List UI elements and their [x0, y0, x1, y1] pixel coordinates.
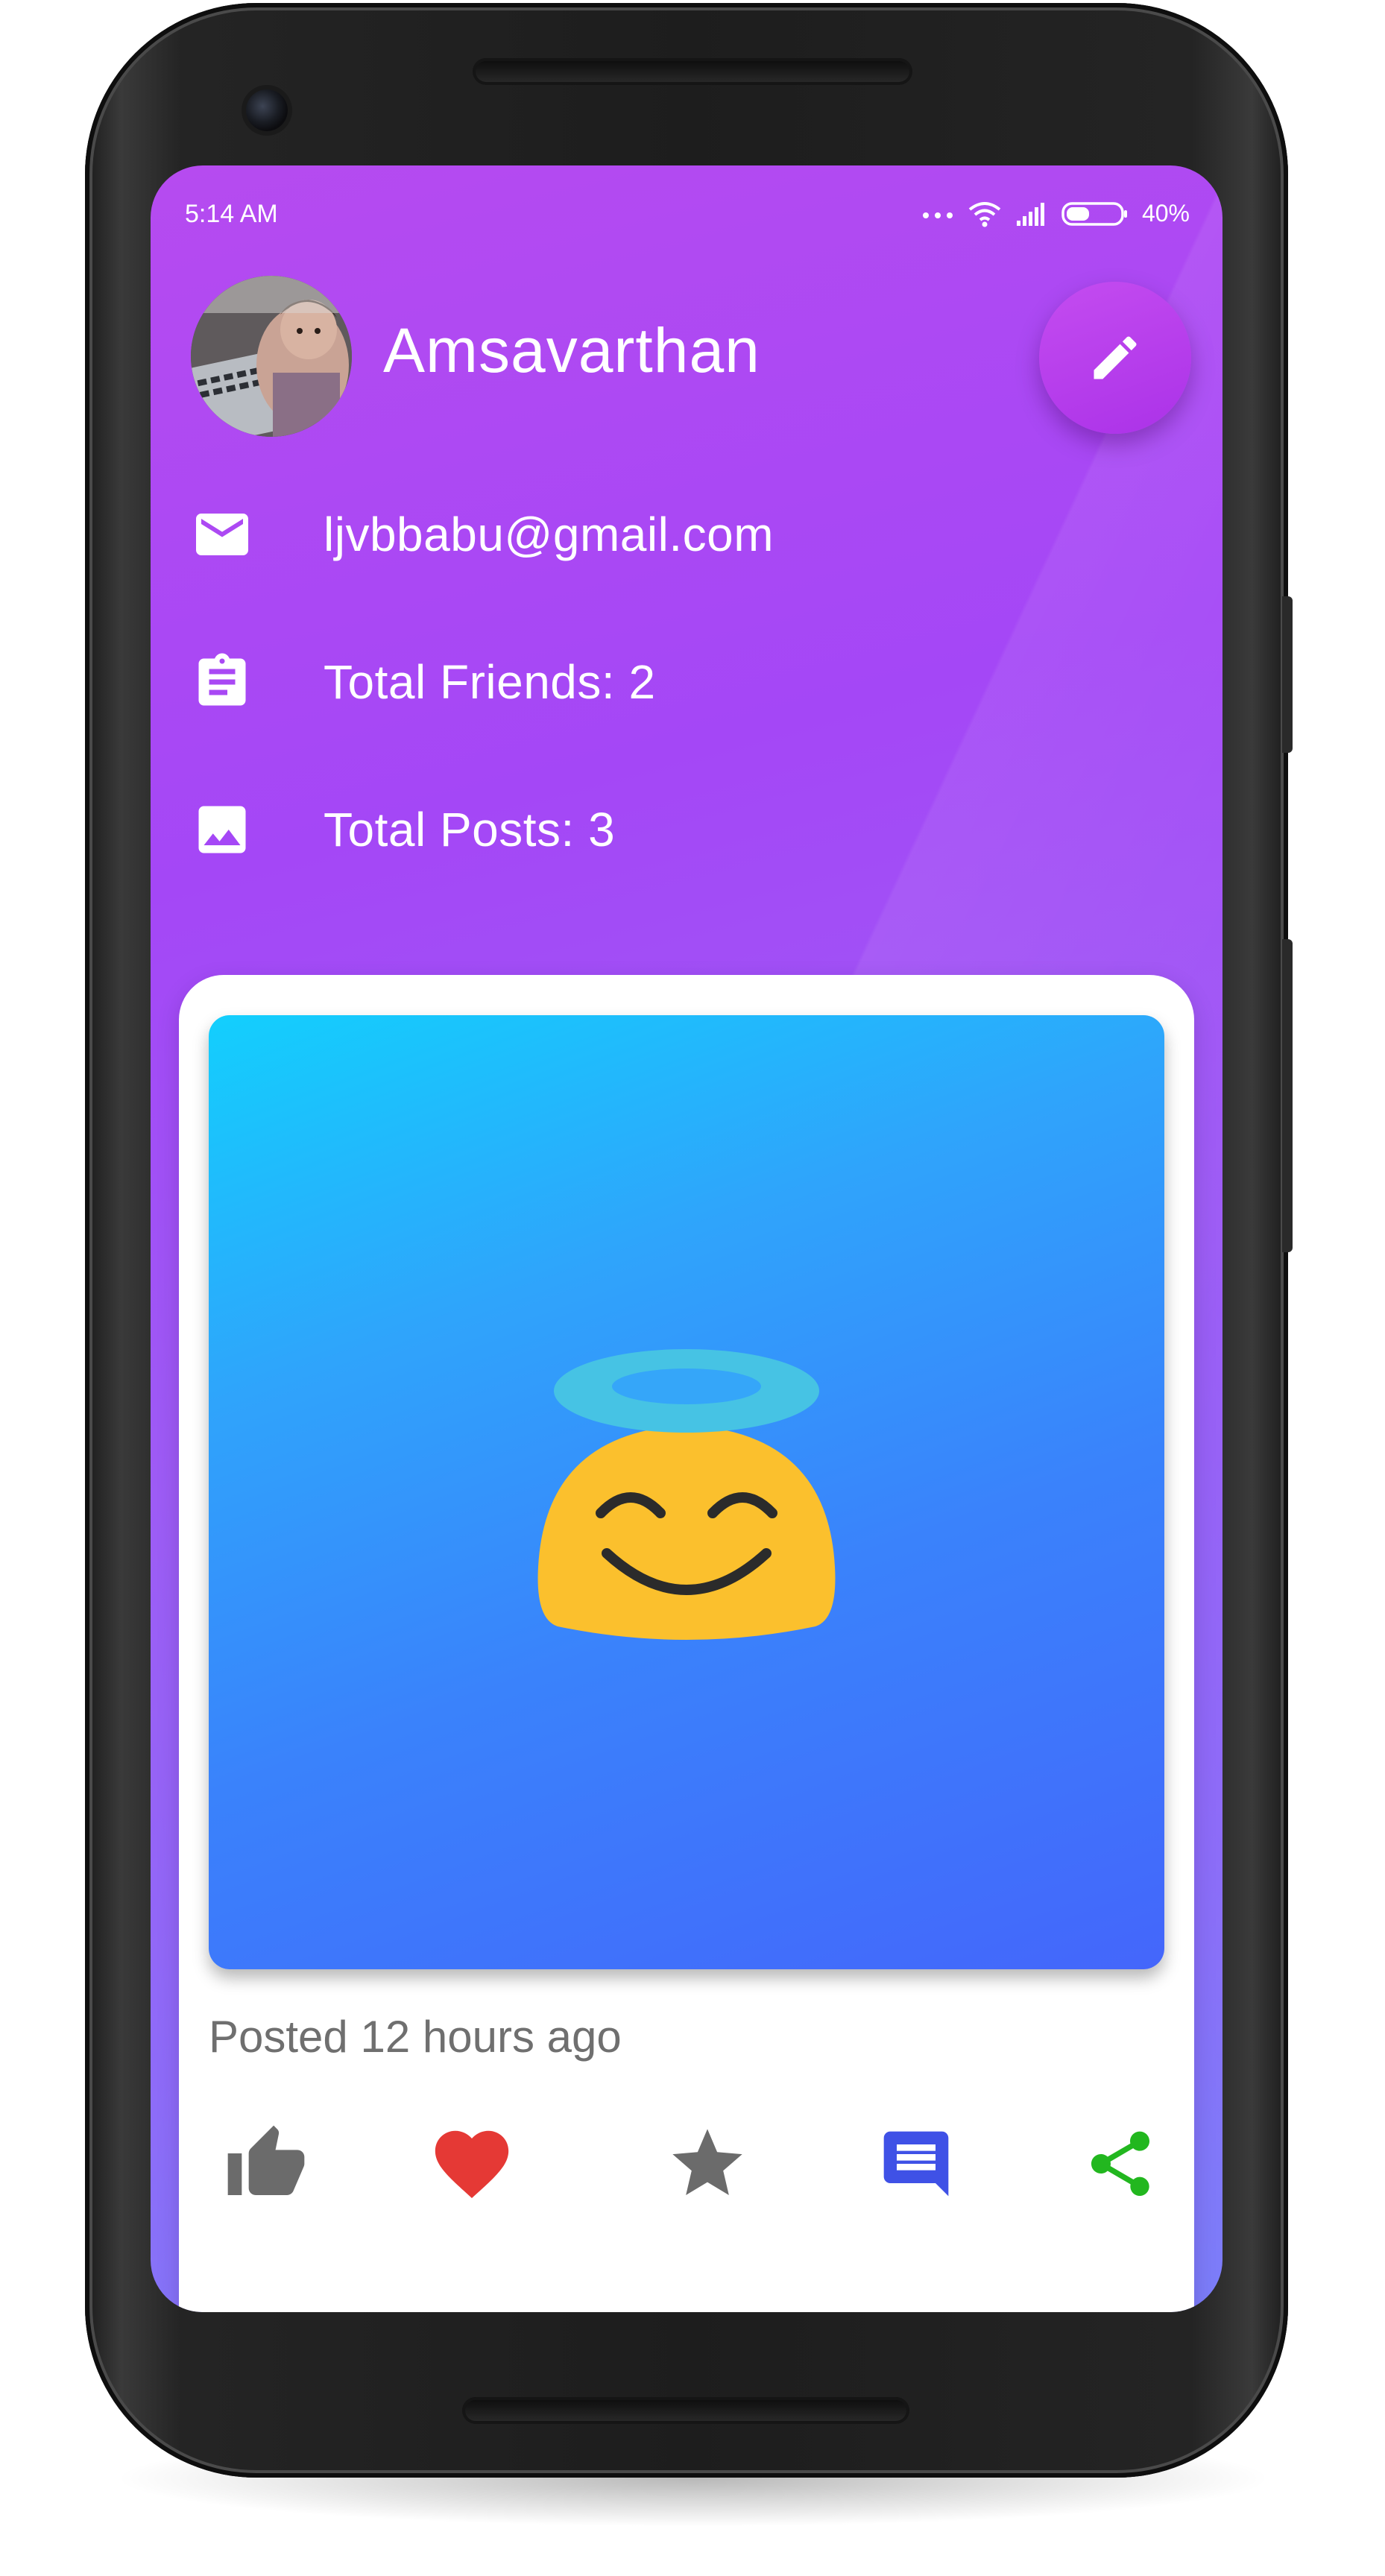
power-button [1282, 939, 1293, 1252]
profile-name: Amsavarthan [383, 315, 760, 385]
status-time: 5:14 AM [185, 200, 278, 228]
email-text: ljvbbabu@gmail.com [324, 508, 774, 561]
front-camera [246, 89, 288, 131]
image-icon [191, 798, 253, 861]
heart-icon [435, 2130, 509, 2198]
share-icon [1091, 2131, 1149, 2196]
top-speaker [473, 58, 912, 85]
profile-header: Amsavarthan [191, 276, 1191, 447]
avatar[interactable] [191, 276, 352, 437]
wifi-icon [968, 201, 1001, 227]
volume-button [1282, 596, 1293, 753]
comment-button[interactable] [868, 2115, 965, 2212]
status-bar: 5:14 AM 40% [151, 183, 1222, 228]
share-button[interactable] [1072, 2115, 1169, 2212]
post-image[interactable] [209, 1015, 1164, 1969]
edit-profile-button[interactable] [1039, 282, 1191, 434]
mail-icon [191, 503, 253, 566]
clipboard-icon [191, 651, 253, 713]
avatar-photo [191, 276, 352, 437]
total-posts-text: Total Posts: 3 [324, 803, 616, 856]
posted-time: Posted 12 hours ago [209, 2012, 622, 2062]
battery-percent: 40% [1141, 200, 1190, 227]
bottom-speaker [462, 2397, 909, 2424]
app-screen: 5:14 AM 40% Amsavarthan ljvbbabu@gmail.c… [151, 165, 1222, 2312]
thumbs-up-icon [227, 2125, 305, 2195]
post-actions [179, 2115, 1194, 2227]
posts-row: Total Posts: 3 [191, 796, 1085, 863]
status-icons: 40% [921, 200, 1190, 227]
total-friends-text: Total Friends: 2 [324, 655, 656, 709]
post-card: Posted 12 hours ago [179, 975, 1194, 2312]
love-button[interactable] [423, 2115, 520, 2212]
friends-row: Total Friends: 2 [191, 648, 1085, 716]
more-dots-icon [922, 212, 953, 218]
favorite-button[interactable] [659, 2115, 756, 2212]
pencil-icon [1094, 336, 1137, 379]
battery-icon [1061, 201, 1127, 226]
star-icon [672, 2129, 742, 2195]
email-row: ljvbbabu@gmail.com [191, 501, 1085, 568]
like-button[interactable] [218, 2115, 315, 2212]
signal-icon [1016, 202, 1044, 226]
smiling-face-with-halo-icon [537, 1349, 836, 1640]
comment-icon [883, 2131, 949, 2197]
